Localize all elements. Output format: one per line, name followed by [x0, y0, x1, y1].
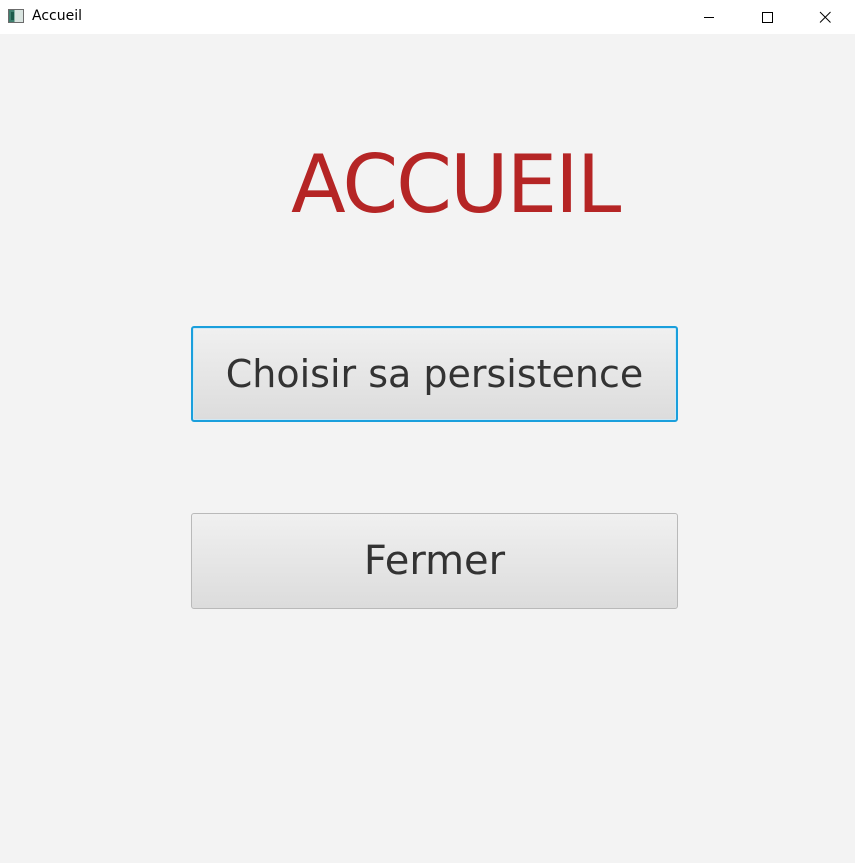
- title-bar[interactable]: Accueil: [0, 0, 855, 34]
- page-title: ACCUEIL: [291, 138, 621, 231]
- close-window-button[interactable]: [796, 0, 854, 34]
- close-icon: [819, 11, 831, 23]
- app-window: Accueil ACCUEIL Choisir sa persistence F…: [0, 0, 855, 863]
- choose-persistence-button[interactable]: Choisir sa persistence: [191, 326, 678, 422]
- close-button[interactable]: Fermer: [191, 513, 678, 609]
- java-app-icon[interactable]: [8, 9, 24, 23]
- maximize-button[interactable]: [738, 0, 796, 34]
- minimize-button[interactable]: [680, 0, 738, 34]
- maximize-icon: [761, 11, 773, 23]
- main-content: ACCUEIL Choisir sa persistence Fermer: [0, 34, 855, 863]
- window-title: Accueil: [32, 8, 82, 24]
- minimize-icon: [703, 11, 715, 23]
